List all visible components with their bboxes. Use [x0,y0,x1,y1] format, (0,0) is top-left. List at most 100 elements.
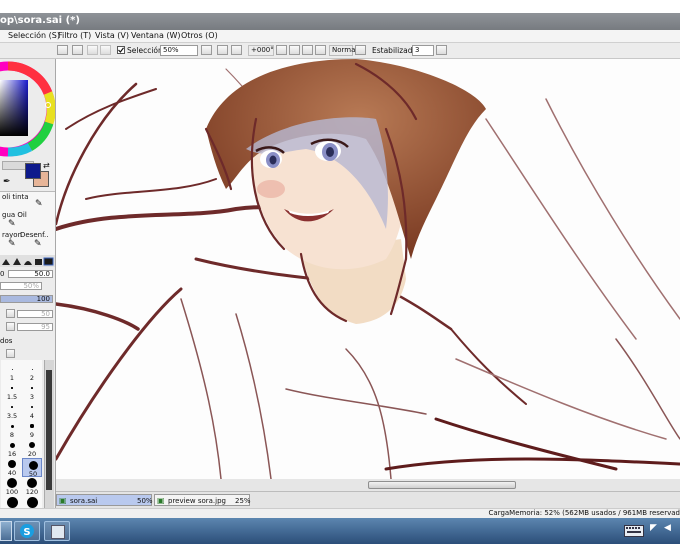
taskbar-skype-button[interactable]: S [14,521,40,541]
top-band [0,0,680,13]
menu-ventana[interactable]: Ventana (W) [131,31,181,40]
blend-dropdown-button[interactable] [355,45,366,55]
brush-size-label: 3 [29,393,35,401]
field-slider[interactable]: 95 [17,323,53,331]
brush-size-cell[interactable]: 120 [22,477,42,496]
brush-size-cell[interactable]: 1 [2,363,22,382]
brush-size-label: 16 [7,450,17,458]
deselect-button[interactable] [72,45,83,55]
brush-size-cell[interactable]: 16 [2,439,22,458]
zoom-in-button[interactable] [217,45,228,55]
brush-dot-icon [11,387,13,389]
doc-tab-name: sora.sai [70,497,98,505]
brush-size-label: 3.5 [6,412,18,420]
tool-panel: ⇄ ✒ oli tinta ✎ gua Oil ✎ rayon Desenf..… [0,59,56,516]
brush-size-cell[interactable]: 3 [22,382,42,401]
taskbar-app-icon[interactable] [0,521,12,541]
rotation-value[interactable]: +000° [248,45,274,56]
volume-icon[interactable]: ◀ [664,523,671,533]
crayon-icon[interactable]: ✎ [8,239,16,249]
opacity-value: 100 [36,295,50,303]
taskbar-app-button[interactable] [44,521,70,541]
rotate-right-button[interactable] [289,45,300,55]
option-checkbox-1[interactable] [6,309,15,318]
density-slider[interactable]: 50% [0,282,42,290]
brush-size-scrollbar[interactable] [44,360,54,516]
brush-size-label: 1 [9,374,15,382]
brush-dot-icon [31,406,33,408]
doc-tab-preview[interactable]: ▣ preview sora.jpg 25% [154,494,251,506]
tool-blur-label[interactable]: Desenf.. [20,231,49,239]
selection-label: Selección [127,46,163,55]
zoom-dropdown-button[interactable] [201,45,212,55]
brush-shape-icons[interactable] [0,255,55,267]
menu-filtro[interactable]: Filtro (T) [58,31,91,40]
brush-size-label: 120 [25,488,39,496]
brush-size-cell[interactable]: 1.5 [2,382,22,401]
brush-dot-icon [30,424,34,428]
zoom-out-button[interactable] [231,45,242,55]
skype-icon: S [20,524,34,538]
brush-icon[interactable]: ✎ [8,219,16,229]
brush-dot-icon [11,406,13,408]
brush-dot-icon [7,478,17,488]
brush-size-label: 20 [27,450,37,458]
stabilizer-select[interactable]: 3 [412,45,434,56]
min-size-value: 50 [41,310,50,318]
stabilizer-dropdown-button[interactable] [436,45,447,55]
min-size-slider[interactable]: 50 [17,310,53,318]
brush-size-cell[interactable]: 9 [22,420,42,439]
selection-checkbox[interactable] [117,46,125,54]
copy-button[interactable] [87,45,98,55]
brush-size-cell[interactable]: 40 [2,458,22,477]
keyboard-icon[interactable] [624,525,644,537]
select-all-button[interactable] [57,45,68,55]
primary-color-swatch[interactable] [25,163,41,179]
swap-colors-icon[interactable]: ⇄ [43,161,50,170]
flip-button[interactable] [315,45,326,55]
pen-icon[interactable]: ✎ [35,199,43,209]
rotate-reset-button[interactable] [302,45,313,55]
color-wheel[interactable] [0,59,55,167]
brush-dot-icon [9,442,15,448]
option-checkbox-2[interactable] [6,322,15,331]
menu-otros[interactable]: Otros (O) [181,31,218,40]
size-min-label: 0 [0,270,5,278]
paste-button[interactable] [100,45,111,55]
drawing-canvas[interactable] [56,59,680,479]
brush-size-cell[interactable]: 20 [22,439,42,458]
menu-vista[interactable]: Vista (V) [95,31,129,40]
brush-dot-icon [26,496,38,508]
size-slider[interactable]: 50.0 [8,270,53,278]
tool-pen-label[interactable]: oli tinta [2,193,29,201]
blur-icon[interactable]: ✎ [34,239,42,249]
opacity-slider[interactable]: 100 [0,295,53,303]
brush-size-cell[interactable]: 4 [22,401,42,420]
brush-size-cell[interactable]: 2 [22,363,42,382]
blend-mode-select[interactable]: Normal [329,45,357,56]
network-icon[interactable]: ◤ [650,523,657,533]
doc-tab-sora-sai[interactable]: ▣ sora.sai 50% [56,494,153,506]
brush-dot-icon [31,387,33,389]
option-checkbox-3[interactable] [6,349,15,358]
brush-size-cell[interactable]: 100 [2,477,22,496]
image-icon: ▣ [59,496,67,505]
brush-size-label: 2 [29,374,35,382]
eyedropper-icon[interactable]: ✒ [3,177,11,187]
zoom-select[interactable]: 50% [160,45,198,56]
tool-water-label[interactable]: gua Oil [2,211,27,219]
brush-size-cell[interactable]: 50 [22,458,42,478]
menu-seleccion[interactable]: Selección (S) [8,31,60,40]
brush-dot-icon [11,368,13,370]
size-value: 50.0 [34,270,50,278]
brush-dot-icon [28,460,38,470]
brush-size-cell[interactable]: 8 [2,420,22,439]
brush-list-header: dos [0,337,13,345]
brush-shape-row [0,255,55,267]
horizontal-scrollbar[interactable] [56,479,680,491]
check-icon [118,47,124,53]
brush-size-cell[interactable]: 3.5 [2,401,22,420]
horizontal-scroll-thumb[interactable] [368,481,516,489]
status-bar: CargaMemoria: 52% (562MB usados / 961MB … [0,508,680,518]
rotate-left-button[interactable] [276,45,287,55]
